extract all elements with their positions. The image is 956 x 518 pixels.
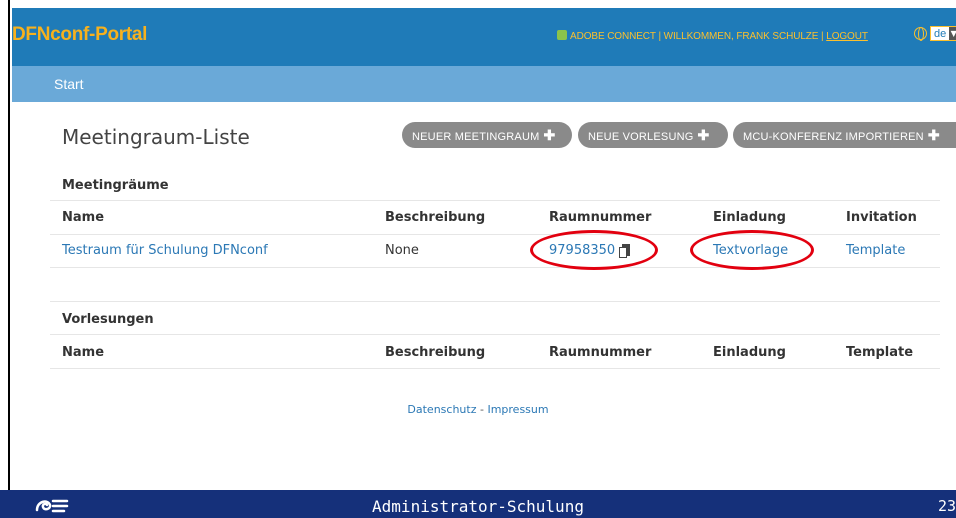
column-header-template: Template xyxy=(846,345,914,360)
nav-separator: | xyxy=(655,31,664,42)
slide-left-border xyxy=(0,0,10,490)
column-header-name: Name xyxy=(62,345,105,360)
new-meetingroom-label: NEUER MEETINGRAUM xyxy=(412,131,540,143)
chevron-down-icon: ▼ xyxy=(949,27,956,40)
column-header-invitation: Einladung xyxy=(713,345,786,360)
slide-footer-bar: Administrator-Schulung 23 xyxy=(0,490,956,518)
portal-header: DFNconf-Portal ADOBE CONNECT | WILLKOMME… xyxy=(12,8,956,66)
room-name-link[interactable]: Testraum für Schulung DFNconf xyxy=(62,243,268,258)
divider xyxy=(50,368,940,369)
lectures-section-title: Vorlesungen xyxy=(62,312,154,327)
divider xyxy=(50,234,940,235)
top-navigation: ADOBE CONNECT | WILLKOMMEN, FRANK SCHULZ… xyxy=(557,30,868,42)
sub-navigation: Start xyxy=(12,66,956,102)
presentation-slide: DFNconf-Portal ADOBE CONNECT | WILLKOMME… xyxy=(0,0,956,518)
new-meetingroom-button[interactable]: NEUER MEETINGRAUM ✚ xyxy=(402,122,572,148)
highlight-circle-invitation xyxy=(690,230,814,270)
highlight-circle-room-number xyxy=(530,230,658,270)
page-title: Meetingraum-Liste xyxy=(62,125,250,149)
column-header-invitation: Einladung xyxy=(713,210,786,225)
column-header-description: Beschreibung xyxy=(385,210,486,225)
column-header-name: Name xyxy=(62,210,105,225)
adobe-connect-icon xyxy=(557,30,567,40)
divider xyxy=(50,200,940,201)
divider xyxy=(50,267,940,268)
column-header-room-number: Raumnummer xyxy=(549,210,652,225)
welcome-text: WILLKOMMEN, FRANK SCHULZE xyxy=(663,31,819,42)
invitation-template-link[interactable]: Template xyxy=(846,243,905,258)
globe-icon xyxy=(914,27,927,41)
new-lecture-button[interactable]: NEUE VORLESUNG ✚ xyxy=(578,122,728,148)
mcu-import-label: MCU-KONFERENZ IMPORTIEREN xyxy=(743,131,924,143)
mcu-import-button[interactable]: MCU-KONFERENZ IMPORTIEREN ✚ xyxy=(733,122,956,148)
plus-icon: ✚ xyxy=(697,127,710,143)
column-header-room-number: Raumnummer xyxy=(549,345,652,360)
language-value: de xyxy=(934,27,947,40)
language-switcher[interactable]: de ▼ xyxy=(914,26,956,41)
portal-logo-link[interactable]: DFNconf-Portal xyxy=(12,24,147,46)
footer-links: Datenschutz - Impressum xyxy=(0,403,956,416)
language-select[interactable]: de ▼ xyxy=(930,26,956,41)
privacy-link[interactable]: Datenschutz xyxy=(407,403,476,416)
footer-separator: - xyxy=(476,403,488,416)
column-header-invitation-en: Invitation xyxy=(846,210,917,225)
divider xyxy=(50,301,940,302)
plus-icon: ✚ xyxy=(927,127,940,143)
adobe-connect-link[interactable]: ADOBE CONNECT xyxy=(570,31,656,42)
plus-icon: ✚ xyxy=(543,127,556,143)
logout-link[interactable]: LOGOUT xyxy=(826,31,868,42)
slide-title: Administrator-Schulung xyxy=(372,497,584,516)
room-description: None xyxy=(385,243,419,258)
start-link[interactable]: Start xyxy=(54,76,84,92)
slide-number: 23 xyxy=(937,497,956,515)
imprint-link[interactable]: Impressum xyxy=(487,403,548,416)
column-header-description: Beschreibung xyxy=(385,345,486,360)
divider xyxy=(50,334,940,335)
meetingrooms-section-title: Meetingräume xyxy=(62,178,169,193)
new-lecture-label: NEUE VORLESUNG xyxy=(588,131,694,143)
